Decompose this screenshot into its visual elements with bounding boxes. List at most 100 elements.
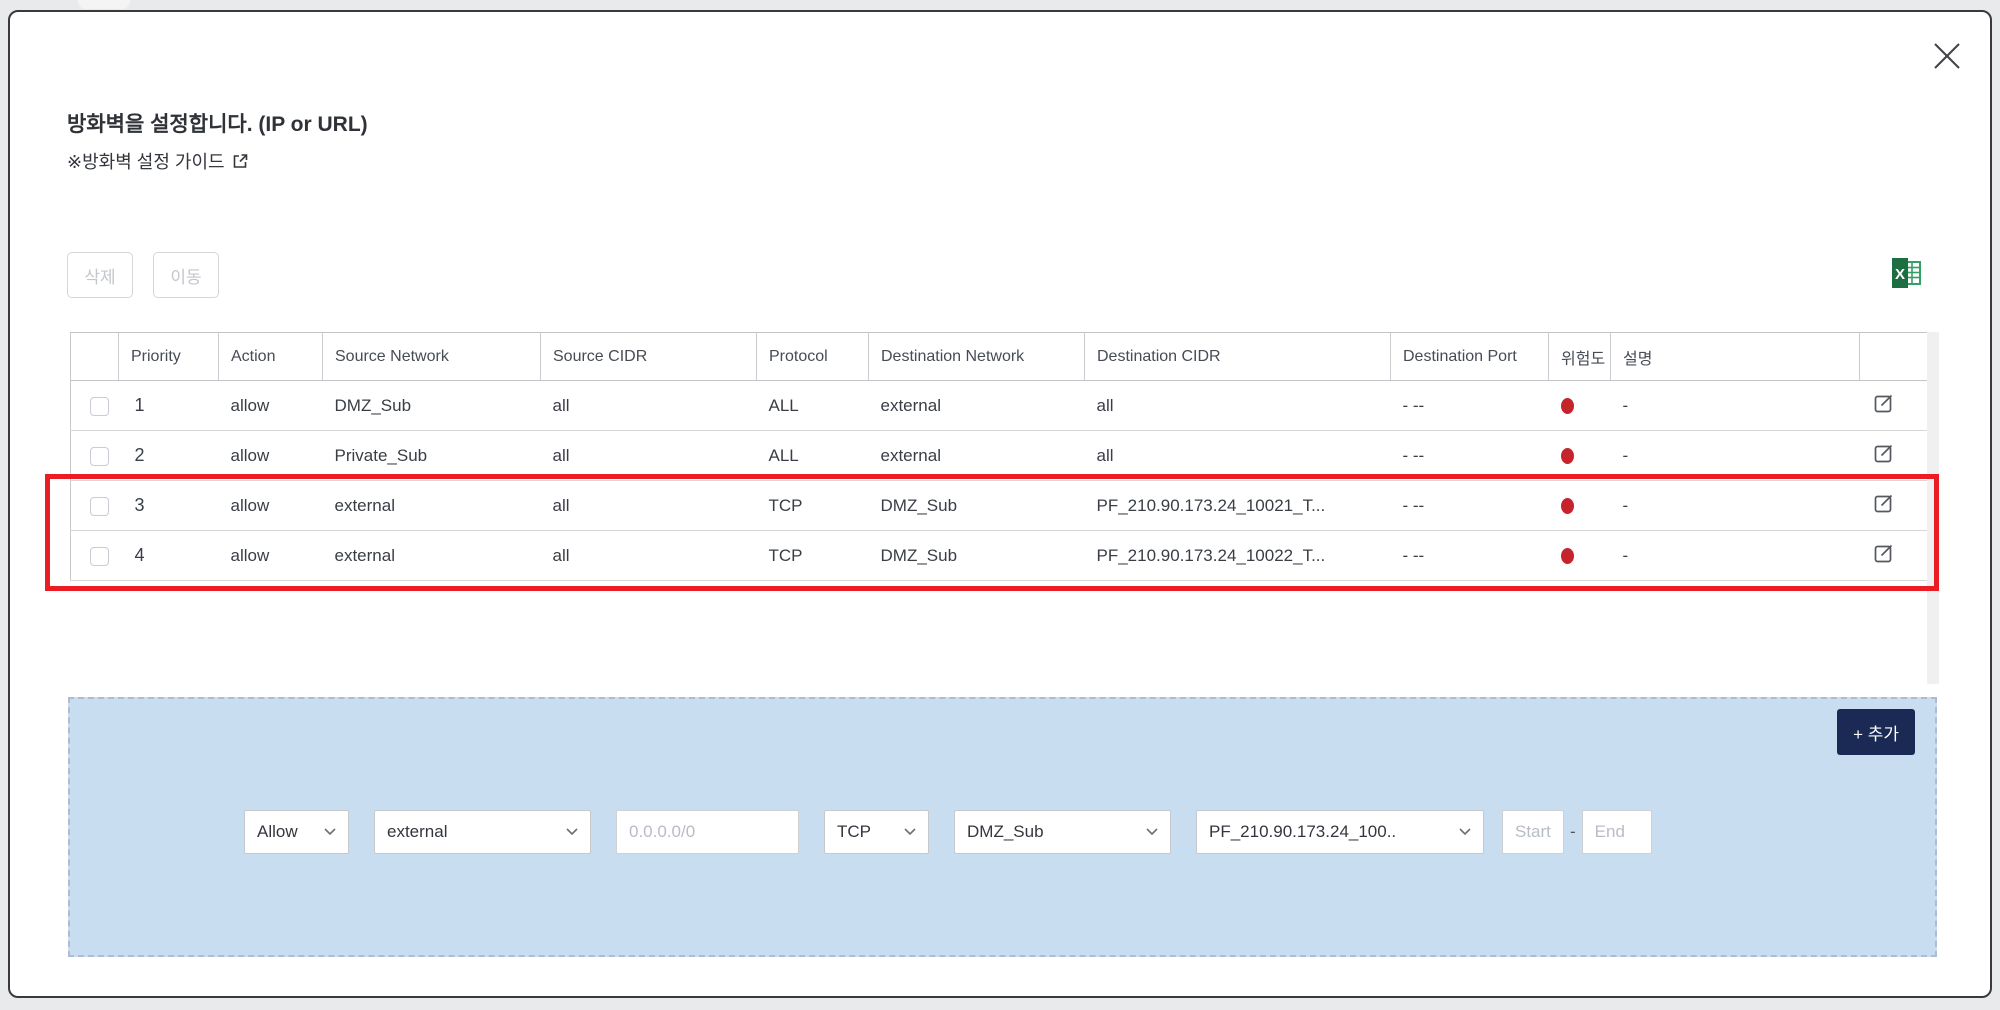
close-icon <box>1934 42 1960 69</box>
cell-destination-port: - -- <box>1390 480 1549 531</box>
header-destination-network: Destination Network <box>868 332 1085 381</box>
cell-protocol: TCP <box>756 480 869 531</box>
port-range-separator: - <box>1570 822 1576 841</box>
source-network-select-value: external <box>387 822 448 841</box>
add-rule-panel: + 추가 Allow external TCP <box>68 697 1937 957</box>
cell-source-cidr: all <box>540 380 757 431</box>
table-row-highlighted: 3 allow external all TCP DMZ_Sub PF_210.… <box>70 480 1928 531</box>
cell-source-network: external <box>322 480 541 531</box>
risk-dot <box>1560 448 1574 465</box>
destination-cidr-select-value: PF_210.90.173.24_100.. <box>1209 822 1397 841</box>
protocol-select-value: TCP <box>837 822 871 841</box>
action-select[interactable]: Allow <box>244 810 349 854</box>
row-checkbox[interactable] <box>90 546 109 566</box>
cell-source-network: DMZ_Sub <box>322 380 541 431</box>
chevron-down-icon <box>566 828 578 836</box>
cell-destination-port: - -- <box>1390 430 1549 481</box>
chevron-down-icon <box>324 828 336 836</box>
risk-dot <box>1560 398 1574 415</box>
cell-destination-network: external <box>868 380 1085 431</box>
header-priority: Priority <box>118 332 219 381</box>
cell-description: - <box>1610 430 1860 481</box>
header-action: Action <box>218 332 323 381</box>
edit-icon <box>1874 544 1892 563</box>
cell-protocol: TCP <box>756 530 869 581</box>
edit-icon <box>1874 494 1892 513</box>
cell-source-cidr: all <box>540 430 757 481</box>
delete-button[interactable]: 삭제 <box>67 252 133 298</box>
cell-destination-port: - -- <box>1390 530 1549 581</box>
cell-priority: 2 <box>118 430 219 481</box>
edit-rule-button[interactable] <box>1872 391 1896 418</box>
cell-destination-cidr: all <box>1084 430 1391 481</box>
cell-source-network: external <box>322 530 541 581</box>
firewall-rules-table: Priority Action Source Network Source CI… <box>70 332 1928 581</box>
firewall-settings-modal: 방화벽을 설정합니다. (IP or URL) ※방화벽 설정 가이드 삭제 이… <box>8 10 1992 998</box>
cell-destination-network: DMZ_Sub <box>868 530 1085 581</box>
risk-dot <box>1560 548 1574 565</box>
background-artifact <box>78 0 130 9</box>
cell-description: - <box>1610 380 1860 431</box>
row-checkbox[interactable] <box>90 446 109 466</box>
risk-dot <box>1560 498 1574 515</box>
header-description: 설명 <box>1610 332 1860 381</box>
cell-destination-cidr: all <box>1084 380 1391 431</box>
add-rule-button[interactable]: + 추가 <box>1837 709 1915 755</box>
cell-description: - <box>1610 480 1860 531</box>
rules-table-scroll-area: Priority Action Source Network Source CI… <box>70 332 1939 684</box>
chevron-down-icon <box>1459 828 1471 836</box>
header-protocol: Protocol <box>756 332 869 381</box>
cell-destination-network: external <box>868 430 1085 481</box>
cell-action: allow <box>218 480 323 531</box>
guide-link-label: ※방화벽 설정 가이드 <box>67 152 225 172</box>
excel-export-icon: X <box>1892 258 1921 288</box>
cell-priority: 1 <box>118 380 219 431</box>
cell-action: allow <box>218 430 323 481</box>
source-cidr-input[interactable] <box>616 810 799 854</box>
destination-network-select[interactable]: DMZ_Sub <box>954 810 1171 854</box>
header-checkbox-column <box>70 332 119 381</box>
firewall-guide-link[interactable]: ※방화벽 설정 가이드 <box>67 148 249 174</box>
chevron-down-icon <box>904 828 916 836</box>
header-destination-cidr: Destination CIDR <box>1084 332 1391 381</box>
port-start-input[interactable] <box>1502 810 1564 854</box>
close-button[interactable] <box>1928 38 1966 76</box>
row-checkbox[interactable] <box>90 496 109 516</box>
excel-export-button[interactable]: X <box>1887 254 1927 294</box>
edit-rule-button[interactable] <box>1872 541 1896 568</box>
source-network-select[interactable]: external <box>374 810 591 854</box>
edit-icon <box>1874 394 1892 413</box>
action-select-value: Allow <box>257 822 298 841</box>
cell-source-network: Private_Sub <box>322 430 541 481</box>
protocol-select[interactable]: TCP <box>824 810 929 854</box>
chevron-down-icon <box>1146 828 1158 836</box>
header-risk: 위험도 <box>1548 332 1611 381</box>
edit-rule-button[interactable] <box>1872 491 1896 518</box>
cell-protocol: ALL <box>756 430 869 481</box>
external-link-icon <box>233 154 247 168</box>
add-rule-form: Allow external TCP DMZ_Sub <box>244 810 1652 854</box>
modal-title: 방화벽을 설정합니다. (IP or URL) <box>67 113 368 136</box>
destination-cidr-select[interactable]: PF_210.90.173.24_100.. <box>1196 810 1484 854</box>
table-row: 1 allow DMZ_Sub all ALL external all - -… <box>70 380 1928 431</box>
cell-action: allow <box>218 380 323 431</box>
destination-network-select-value: DMZ_Sub <box>967 822 1044 841</box>
svg-text:X: X <box>1895 266 1905 283</box>
row-checkbox[interactable] <box>90 396 109 416</box>
edit-rule-button[interactable] <box>1872 441 1896 468</box>
move-button[interactable]: 이동 <box>153 252 219 298</box>
cell-destination-cidr: PF_210.90.173.24_10021_T... <box>1084 480 1391 531</box>
cell-destination-network: DMZ_Sub <box>868 480 1085 531</box>
table-header-row: Priority Action Source Network Source CI… <box>70 332 1928 381</box>
cell-priority: 3 <box>118 480 219 531</box>
header-source-network: Source Network <box>322 332 541 381</box>
cell-description: - <box>1610 530 1860 581</box>
cell-action: allow <box>218 530 323 581</box>
edit-icon <box>1874 444 1892 463</box>
cell-source-cidr: all <box>540 530 757 581</box>
cell-destination-port: - -- <box>1390 380 1549 431</box>
table-scrollbar[interactable] <box>1927 332 1939 684</box>
cell-priority: 4 <box>118 530 219 581</box>
port-end-input[interactable] <box>1581 810 1652 854</box>
cell-protocol: ALL <box>756 380 869 431</box>
